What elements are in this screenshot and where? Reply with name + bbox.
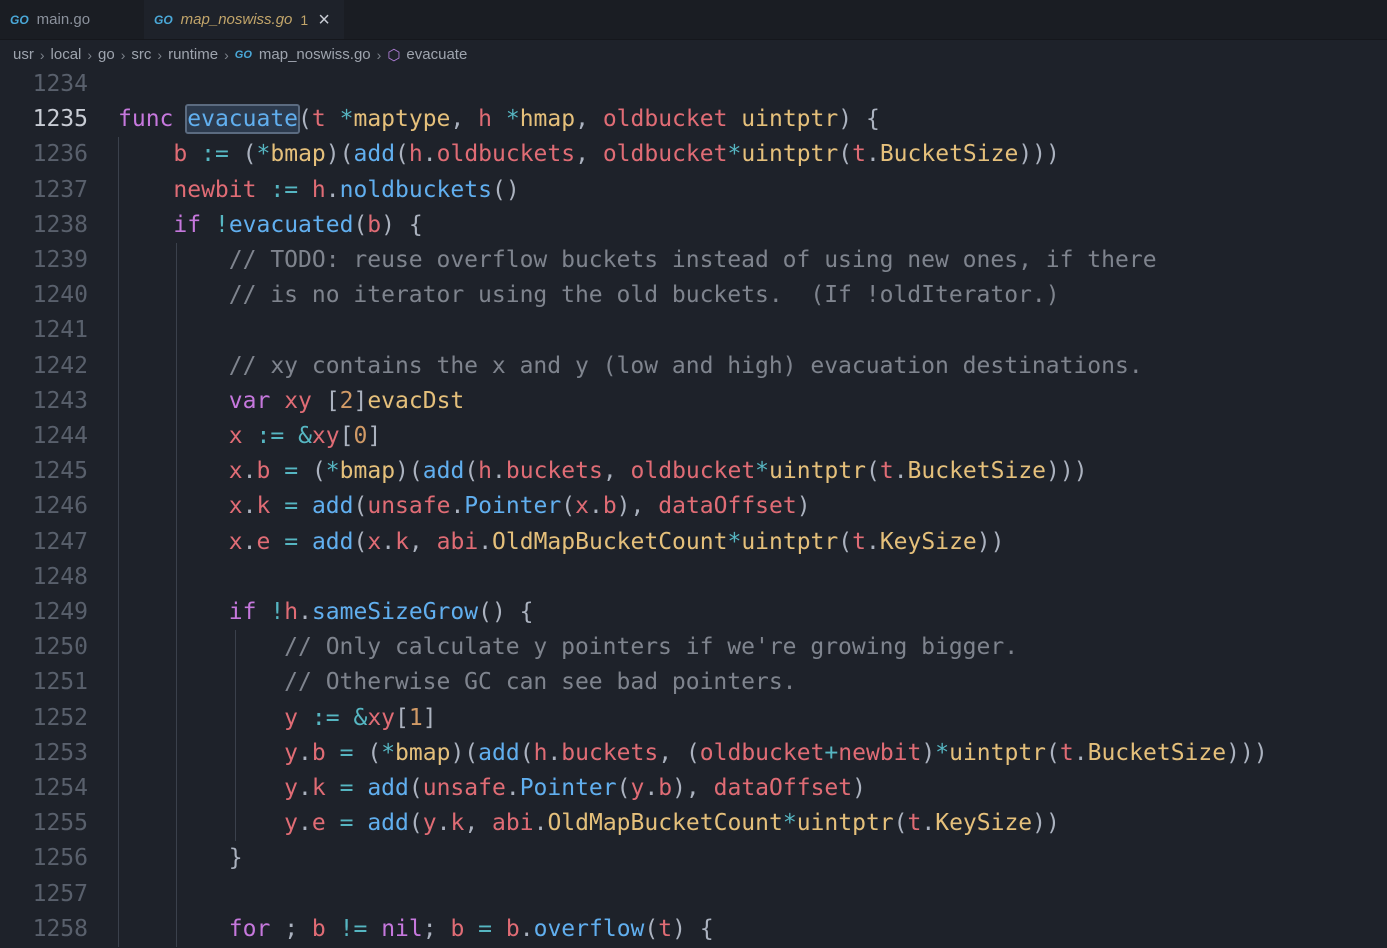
line-number: 1254 [32, 775, 88, 801]
line-number: 1247 [32, 528, 88, 555]
indent-guide [176, 243, 178, 947]
code-line[interactable]: x.e = add(x.k, abi.OldMapBucketCount*uin… [118, 525, 1005, 560]
chevron-right-icon: › [376, 46, 382, 63]
line-number: 1255 [32, 810, 88, 837]
chevron-right-icon: › [87, 46, 93, 63]
method-symbol-icon: ⬡ [387, 46, 401, 64]
code-line[interactable]: y.b = (*bmap)(add(h.buckets, (oldbucket+… [118, 736, 1268, 771]
editor-tab-bar: GO main.go GO map_noswiss.go 1 × [0, 0, 1387, 40]
symbol-highlight: evacuate [185, 104, 301, 135]
line-number: 1240 [32, 282, 88, 309]
code-line[interactable]: // Only calculate y pointers if we're gr… [118, 630, 1018, 665]
breadcrumb-item-go[interactable]: go [98, 46, 115, 63]
code-line[interactable]: newbit := h.noldbuckets() [118, 173, 519, 208]
line-number: 1239 [32, 247, 88, 273]
code-line[interactable]: } [118, 841, 243, 876]
line-number: 1234 [32, 71, 88, 97]
code-line[interactable]: // TODO: reuse overflow buckets instead … [118, 243, 1157, 278]
code-line[interactable]: y.k = add(unsafe.Pointer(y.b), dataOffse… [118, 771, 866, 806]
line-number: 1257 [32, 880, 88, 907]
code-line[interactable]: func evacuate(t *maptype, h *hmap, oldbu… [118, 102, 880, 137]
line-number: 1243 [32, 387, 88, 414]
line-number: 1241 [32, 317, 88, 344]
line-number: 1250 [32, 634, 88, 661]
line-number: 1252 [32, 704, 88, 731]
tab-label: main.go [36, 11, 91, 28]
chevron-right-icon: › [157, 46, 163, 63]
go-icon: GO [10, 12, 29, 27]
go-icon: GO [234, 48, 252, 61]
line-number: 1249 [32, 599, 88, 625]
problems-count-badge: 1 [300, 11, 309, 28]
code-line[interactable]: y := &xy[1] [118, 701, 436, 736]
line-number: 1235 [32, 106, 88, 133]
code-line[interactable]: x := &xy[0] [118, 419, 381, 454]
breadcrumb-item-src[interactable]: src [131, 46, 151, 63]
line-number: 1244 [32, 423, 88, 449]
code-line[interactable]: if !evacuated(b) { [118, 208, 422, 243]
tab-label: map_noswiss.go [180, 11, 293, 28]
line-number: 1242 [32, 352, 88, 379]
line-number: 1251 [32, 669, 88, 696]
chevron-right-icon: › [39, 46, 45, 63]
chevron-right-icon: › [120, 46, 126, 63]
go-icon: GO [154, 12, 173, 27]
breadcrumb: usr › local › go › src › runtime › GO ma… [0, 40, 1387, 69]
breadcrumb-item-usr[interactable]: usr [13, 46, 34, 63]
line-number: 1253 [32, 739, 88, 766]
tab-map-noswiss-go[interactable]: GO map_noswiss.go 1 × [144, 0, 344, 39]
breadcrumb-item-local[interactable]: local [51, 46, 82, 63]
code-line[interactable]: // xy contains the x and y (low and high… [118, 349, 1143, 384]
code-line[interactable]: x.k = add(unsafe.Pointer(x.b), dataOffse… [118, 489, 811, 524]
tab-main-go[interactable]: GO main.go [0, 0, 144, 39]
line-number: 1248 [32, 563, 88, 590]
breadcrumb-item-symbol[interactable]: evacuate [406, 46, 467, 63]
line-number: 1236 [32, 141, 88, 168]
code-line[interactable]: y.e = add(y.k, abi.OldMapBucketCount*uin… [118, 806, 1060, 841]
indent-guide [118, 137, 119, 947]
code-line[interactable]: // is no iterator using the old buckets.… [118, 278, 1060, 313]
code-line[interactable]: b := (*bmap)(add(h.oldbuckets, oldbucket… [118, 137, 1060, 172]
line-number: 1258 [32, 915, 88, 942]
line-number: 1246 [32, 493, 88, 520]
line-number: 1238 [32, 211, 88, 238]
code-line[interactable]: if !h.sameSizeGrow() { [118, 595, 534, 630]
code-line[interactable]: for ; b != nil; b = b.overflow(t) { [118, 912, 714, 947]
line-number: 1245 [32, 458, 88, 485]
code-line[interactable]: // Otherwise GC can see bad pointers. [118, 665, 796, 700]
close-icon[interactable]: × [318, 10, 330, 30]
line-number: 1237 [32, 176, 88, 203]
line-number: 1256 [32, 845, 88, 872]
chevron-right-icon: › [224, 46, 229, 63]
breadcrumb-item-file[interactable]: map_noswiss.go [259, 46, 371, 63]
indent-guide [234, 630, 236, 842]
code-line[interactable]: x.b = (*bmap)(add(h.buckets, oldbucket*u… [118, 454, 1088, 489]
code-line[interactable]: var xy [2]evacDst [118, 384, 464, 419]
breadcrumb-item-runtime[interactable]: runtime [168, 46, 218, 63]
